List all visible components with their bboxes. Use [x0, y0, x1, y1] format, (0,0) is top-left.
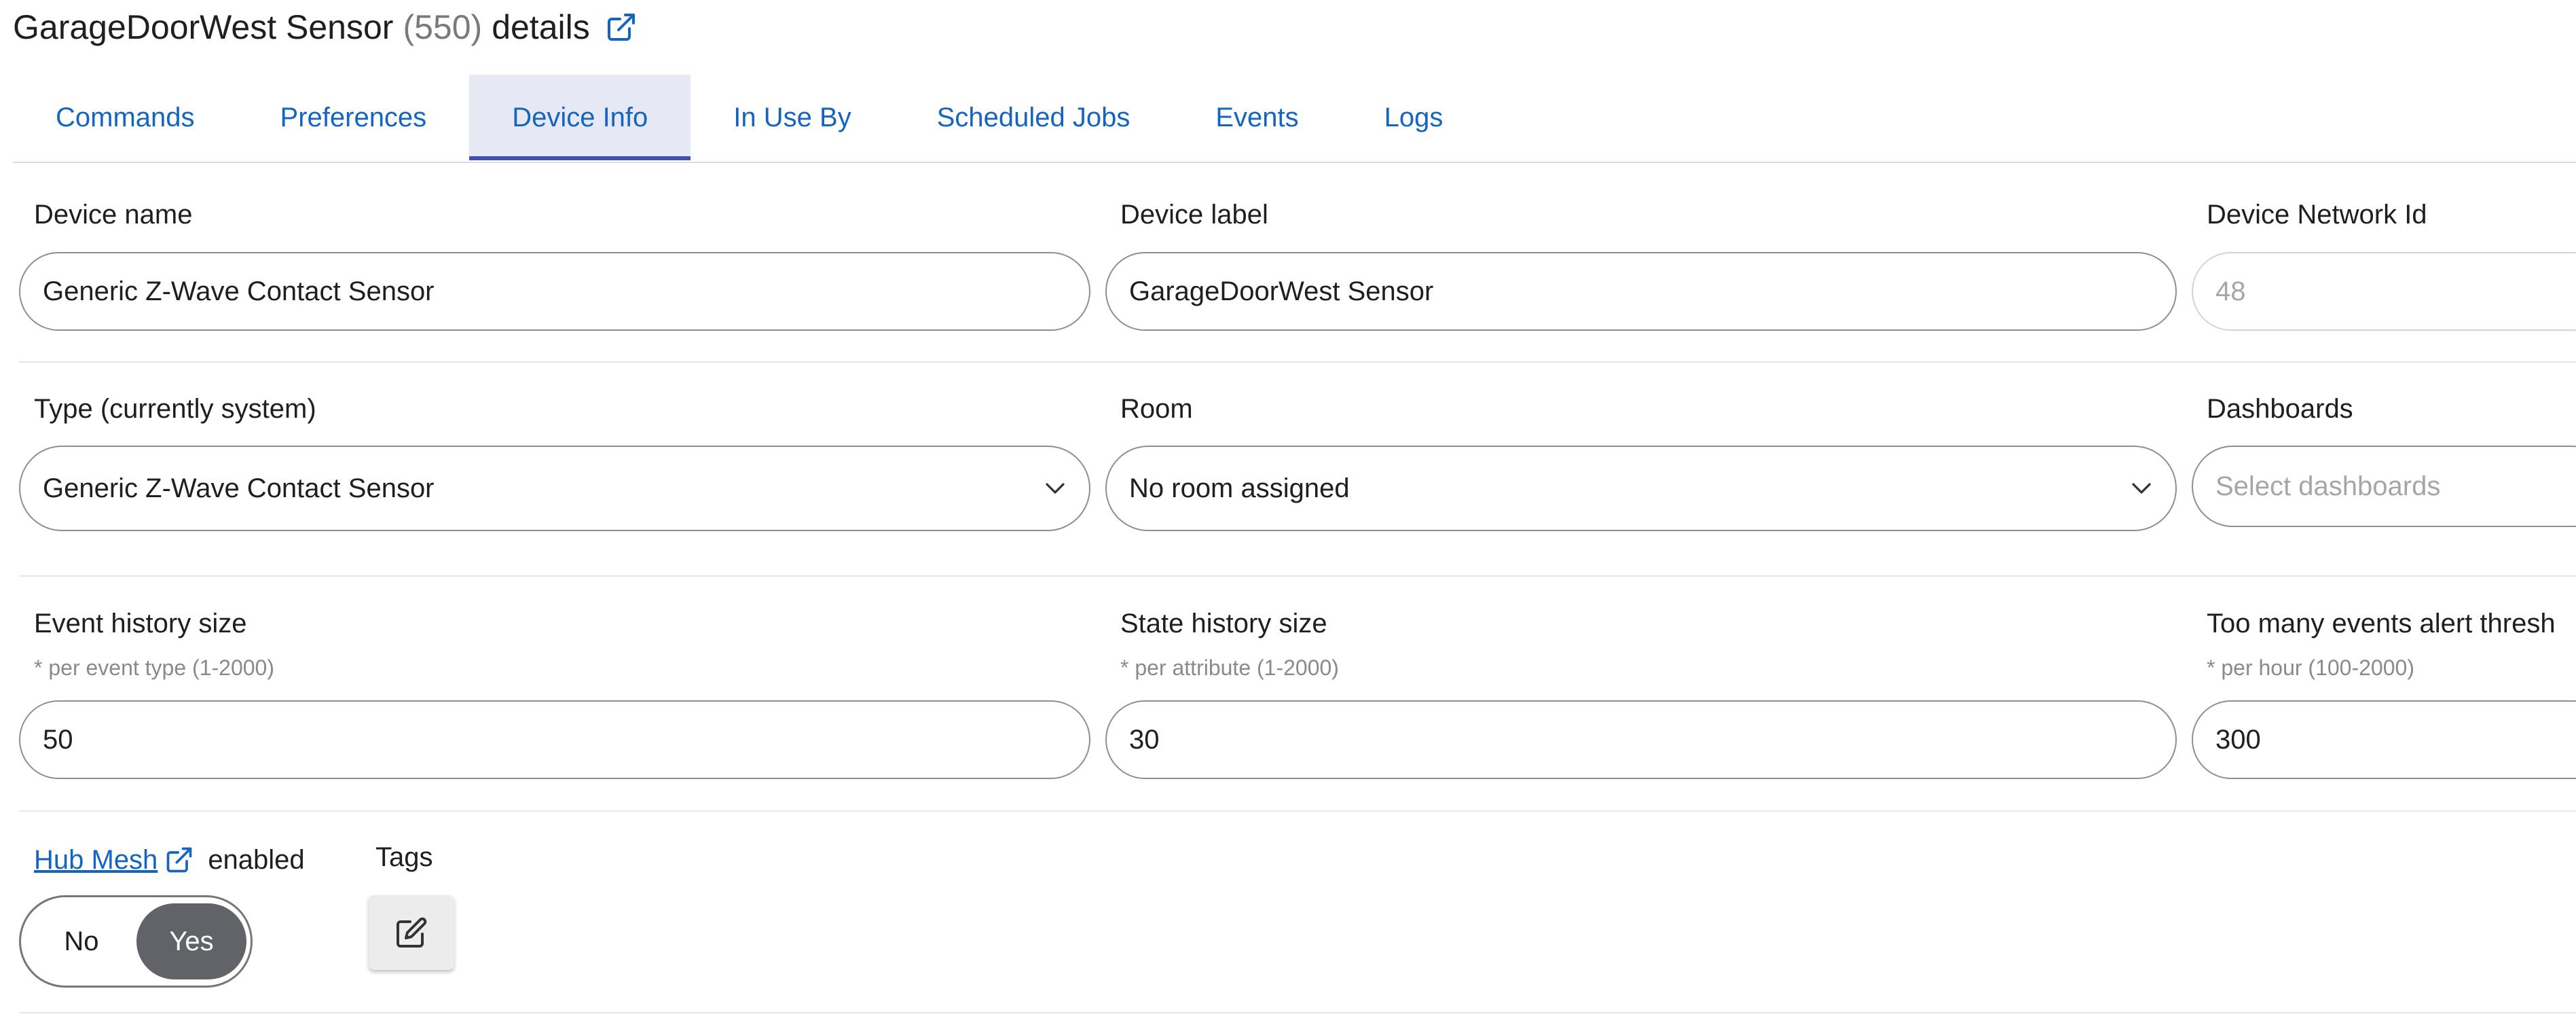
type-label: Type (currently system)	[34, 394, 316, 424]
page-title: GarageDoorWest Sensor (550) details	[13, 5, 638, 49]
hub-mesh-toggle[interactable]: No Yes	[19, 895, 253, 988]
row-divider	[19, 361, 2576, 363]
dashboards-label: Dashboards	[2207, 394, 2353, 424]
alert-threshold-hint: * per hour (100-2000)	[2207, 655, 2414, 680]
title-suffix: details	[492, 8, 590, 46]
tab-bar: Commands Preferences Device Info In Use …	[13, 75, 2576, 163]
tab-device-info[interactable]: Device Info	[469, 75, 691, 160]
event-history-input[interactable]: 50	[19, 700, 1090, 779]
state-history-label: State history size	[1120, 609, 1327, 638]
room-label: Room	[1120, 394, 1193, 424]
tab-preferences[interactable]: Preferences	[238, 75, 470, 160]
event-history-hint: * per event type (1-2000)	[34, 655, 274, 680]
chevron-down-icon	[2132, 483, 2151, 494]
dashboards-placeholder: Select dashboards	[2215, 471, 2441, 501]
hub-mesh-suffix: enabled	[208, 844, 305, 875]
event-history-label: Event history size	[34, 609, 247, 638]
alert-threshold-input[interactable]: 300	[2192, 700, 2576, 779]
state-history-input[interactable]: 30	[1105, 700, 2177, 779]
tags-label: Tags	[375, 842, 433, 872]
edit-tags-button[interactable]	[369, 895, 454, 970]
network-id-input: 48	[2192, 252, 2576, 331]
row-divider	[19, 810, 2576, 812]
device-label-input[interactable]: GarageDoorWest Sensor	[1105, 252, 2177, 331]
toggle-option-no[interactable]: No	[26, 903, 136, 979]
device-name-label: Device name	[34, 200, 193, 230]
hub-mesh-link[interactable]: Hub Mesh	[34, 845, 158, 876]
tab-events[interactable]: Events	[1173, 75, 1341, 160]
device-name-input[interactable]: Generic Z-Wave Contact Sensor	[19, 252, 1090, 331]
device-details-page: GarageDoorWest Sensor (550) details Comm…	[0, 0, 2576, 1027]
device-id-count: (550)	[403, 8, 483, 46]
tab-commands[interactable]: Commands	[13, 75, 238, 160]
state-history-hint: * per attribute (1-2000)	[1120, 655, 1339, 680]
external-link-icon[interactable]	[164, 845, 194, 875]
chevron-down-icon	[1046, 483, 1065, 494]
type-select[interactable]: Generic Z-Wave Contact Sensor	[19, 446, 1090, 531]
device-label-label: Device label	[1120, 200, 1268, 230]
row-divider	[19, 1012, 2576, 1013]
hub-mesh-label: Hub Mesh enabled	[34, 842, 305, 878]
tab-in-use-by[interactable]: In Use By	[691, 75, 894, 160]
tab-scheduled-jobs[interactable]: Scheduled Jobs	[894, 75, 1173, 160]
pencil-edit-icon	[397, 917, 427, 948]
device-title: GarageDoorWest Sensor	[13, 8, 394, 46]
alert-threshold-label: Too many events alert thresh	[2207, 609, 2556, 638]
toggle-option-yes[interactable]: Yes	[136, 903, 246, 979]
row-divider	[19, 575, 2576, 577]
tab-logs[interactable]: Logs	[1342, 75, 1486, 160]
type-selected-value: Generic Z-Wave Contact Sensor	[43, 473, 435, 503]
room-select[interactable]: No room assigned	[1105, 446, 2177, 531]
room-selected-value: No room assigned	[1129, 473, 1350, 503]
external-link-icon[interactable]	[605, 11, 638, 43]
network-id-label: Device Network Id	[2207, 200, 2427, 230]
dashboards-select[interactable]: Select dashboards	[2192, 446, 2576, 527]
